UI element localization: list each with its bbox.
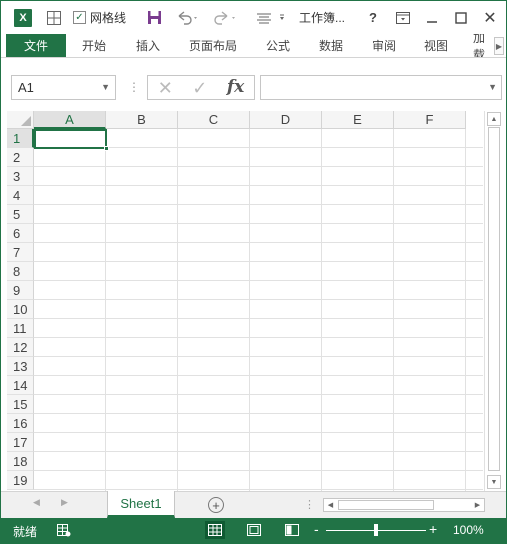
sheet-tab-bar: ◀ ▶ Sheet1 + ⋮ ◀ ▶: [1, 491, 506, 518]
row-header-11[interactable]: 11: [7, 319, 34, 338]
split-handle-icon[interactable]: ⋮: [304, 498, 315, 511]
tab-page-layout[interactable]: 页面布局: [181, 34, 245, 57]
expand-formula-bar-icon[interactable]: ▼: [488, 82, 497, 92]
tab-review[interactable]: 审阅: [363, 34, 405, 57]
zoom-slider-thumb[interactable]: [374, 524, 378, 536]
vertical-scrollbar[interactable]: ▲ ▼: [484, 111, 502, 491]
horizontal-scrollbar[interactable]: ◀ ▶: [323, 498, 485, 512]
ribbon-display-options-icon[interactable]: [393, 1, 413, 34]
formula-bar: A1 ▼ ⋮ ✕ ✓ fx ▼: [1, 58, 506, 110]
row-header-4[interactable]: 4: [7, 186, 34, 205]
worksheet-grid[interactable]: ABCDEF 1 2 3 4 5 6 7 8 9 10 11 12 13 14 15 16 17 18 19: [7, 111, 483, 491]
gridlines-checkbox[interactable]: ✓: [73, 11, 86, 24]
name-box[interactable]: A1 ▼: [11, 75, 116, 100]
scroll-left-icon[interactable]: ◀: [324, 499, 337, 511]
horizontal-scroll-thumb[interactable]: [338, 500, 434, 510]
ribbon-tabs: 文件 开始 插入 页面布局 公式 数据 审阅 视图 加载 ▶: [1, 34, 506, 58]
row-header-17[interactable]: 17: [7, 433, 34, 452]
vertical-scroll-thumb[interactable]: [488, 127, 500, 471]
title-bar: X ✓ 网格线 工作簿... ? ✕: [1, 1, 506, 34]
tab-view[interactable]: 视图: [415, 34, 457, 57]
sheet-tab-sheet1[interactable]: Sheet1: [107, 491, 175, 518]
minimize-icon[interactable]: [422, 1, 442, 34]
select-all-button[interactable]: [7, 111, 34, 129]
scroll-up-icon[interactable]: ▲: [487, 112, 501, 126]
tab-home[interactable]: 开始: [73, 34, 115, 57]
row-header-3[interactable]: 3: [7, 167, 34, 186]
row-header-5[interactable]: 5: [7, 205, 34, 224]
row-header-13[interactable]: 13: [7, 357, 34, 376]
row-header-15[interactable]: 15: [7, 395, 34, 414]
gridlines-toggle[interactable]: ✓ 网格线: [73, 1, 131, 34]
zoom-level[interactable]: 100%: [453, 523, 484, 537]
formula-buttons: ✕ ✓ fx: [147, 75, 255, 100]
cell-grid[interactable]: [34, 129, 483, 491]
row-header-7[interactable]: 7: [7, 243, 34, 262]
maximize-icon[interactable]: [451, 1, 471, 34]
column-header-d[interactable]: D: [250, 111, 322, 129]
column-header-e[interactable]: E: [322, 111, 394, 129]
row-header-18[interactable]: 18: [7, 452, 34, 471]
column-header-a[interactable]: A: [34, 111, 106, 129]
scroll-down-icon[interactable]: ▼: [487, 475, 501, 489]
sheet-nav-prev-icon[interactable]: ◀: [33, 497, 40, 508]
row-header-10[interactable]: 10: [7, 300, 34, 319]
undo-icon[interactable]: [173, 1, 203, 34]
row-header-16[interactable]: 16: [7, 414, 34, 433]
row-header-8[interactable]: 8: [7, 262, 34, 281]
help-icon[interactable]: ?: [363, 1, 383, 34]
zoom-in-button[interactable]: +: [429, 521, 437, 537]
cancel-icon[interactable]: ✕: [158, 79, 173, 97]
page-layout-view-icon[interactable]: [244, 521, 264, 539]
column-header-f[interactable]: F: [394, 111, 466, 129]
row-header-2[interactable]: 2: [7, 148, 34, 167]
column-header-b[interactable]: B: [106, 111, 178, 129]
status-ready: 就绪: [13, 525, 38, 539]
insert-function-icon[interactable]: fx: [227, 79, 244, 96]
excel-logo-letter: X: [14, 8, 32, 27]
status-bar: 就绪 - + 100%: [1, 518, 506, 543]
tab-formulas[interactable]: 公式: [257, 34, 299, 57]
active-cell[interactable]: [34, 129, 109, 151]
save-icon[interactable]: [144, 1, 164, 34]
tab-addins[interactable]: 加载: [473, 34, 495, 57]
gridlines-label: 网格线: [90, 11, 127, 25]
row-header-9[interactable]: 9: [7, 281, 34, 300]
row-header-6[interactable]: 6: [7, 224, 34, 243]
chevron-down-icon[interactable]: ▼: [101, 82, 110, 92]
page-break-preview-icon[interactable]: [282, 521, 302, 539]
tab-data[interactable]: 数据: [310, 34, 352, 57]
add-sheet-icon[interactable]: +: [208, 497, 224, 513]
row-header-19[interactable]: 19: [7, 471, 34, 490]
close-icon[interactable]: ✕: [479, 1, 501, 34]
tab-scroll-right-icon[interactable]: ▶: [494, 37, 504, 55]
scroll-right-icon[interactable]: ▶: [471, 499, 484, 511]
row-header-14[interactable]: 14: [7, 376, 34, 395]
window-title: 工作簿...: [299, 11, 346, 25]
column-header-c[interactable]: C: [178, 111, 250, 129]
redo-icon[interactable]: [211, 1, 241, 34]
border-grid-icon[interactable]: [44, 1, 64, 34]
name-box-value: A1: [18, 80, 34, 95]
fill-handle[interactable]: [104, 146, 109, 151]
enter-icon[interactable]: ✓: [192, 79, 207, 97]
zoom-out-button[interactable]: -: [314, 521, 319, 537]
sheet-nav-next-icon[interactable]: ▶: [61, 497, 68, 508]
drag-handle-icon[interactable]: ⋮: [128, 80, 140, 94]
tab-file[interactable]: 文件: [6, 34, 66, 57]
customize-qat-icon[interactable]: [251, 1, 289, 34]
row-header-1[interactable]: 1: [7, 129, 34, 148]
normal-view-icon[interactable]: [205, 521, 225, 539]
row-header-12[interactable]: 12: [7, 338, 34, 357]
tab-insert[interactable]: 插入: [127, 34, 169, 57]
formula-input[interactable]: ▼: [260, 75, 502, 100]
macro-recording-icon[interactable]: [57, 523, 71, 537]
excel-logo-icon[interactable]: X: [11, 1, 35, 34]
